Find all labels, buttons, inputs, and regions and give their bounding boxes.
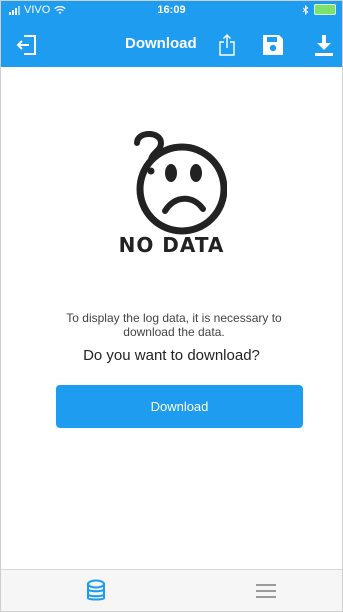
share-icon [219, 34, 235, 56]
tab-bar [1, 569, 342, 611]
content-area: NO DATA To display the log data, it is n… [1, 67, 342, 569]
info-message: To display the log data, it is necessary… [66, 311, 282, 339]
logout-icon [16, 35, 36, 55]
page-title: Download [125, 35, 197, 52]
battery-icon [314, 4, 336, 15]
status-right [302, 4, 336, 15]
sad-face-icon [134, 131, 227, 235]
no-data-heading: NO DATA [118, 233, 225, 257]
save-icon [263, 35, 283, 55]
download-button[interactable]: Download [56, 385, 303, 428]
tab-database[interactable] [83, 578, 109, 604]
bluetooth-icon [302, 4, 309, 15]
status-time: 16:09 [157, 4, 186, 16]
status-bar: VIVO 16:09 [1, 1, 342, 21]
tab-menu[interactable] [253, 578, 279, 604]
app-window: VIVO 16:09 Download NO DATA To display t… [0, 0, 343, 612]
download-button-top[interactable] [310, 31, 338, 59]
download-question: Do you want to download? [83, 347, 260, 364]
download-icon [315, 35, 333, 56]
logout-button[interactable] [13, 31, 41, 59]
share-button[interactable] [213, 31, 241, 59]
top-bar: VIVO 16:09 Download [1, 1, 342, 67]
nav-bar: Download [1, 21, 342, 67]
database-icon [87, 579, 105, 601]
menu-icon [256, 584, 276, 598]
save-button[interactable] [259, 31, 287, 59]
